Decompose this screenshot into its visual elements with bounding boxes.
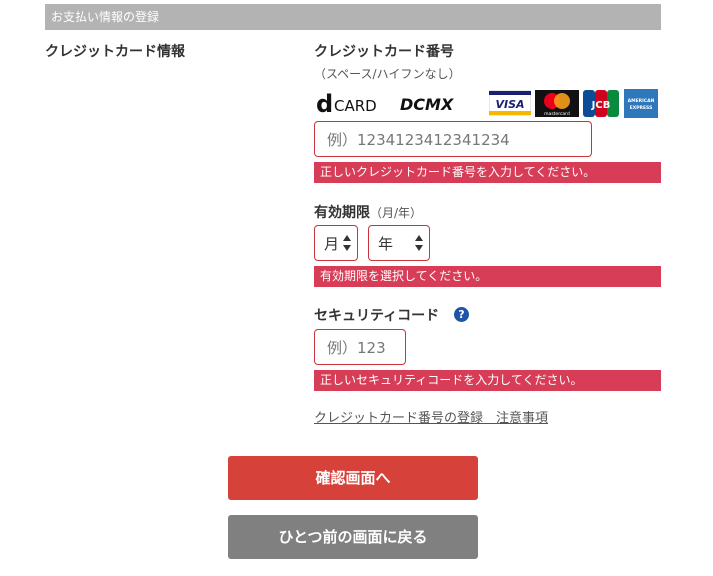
- card-brand-logos: d CARD DCMX VISA mastercard JCB AMERICAN…: [314, 88, 664, 120]
- expiry-month-select[interactable]: 月: [314, 225, 358, 261]
- svg-text:VISA: VISA: [495, 98, 524, 111]
- dcard-logo: d CARD: [314, 88, 394, 118]
- credit-card-info-label: クレジットカード情報: [45, 44, 185, 60]
- select-arrows-icon: [343, 235, 351, 251]
- security-code-error: 正しいセキュリティコードを入力してください。: [314, 370, 661, 391]
- card-number-hint: （スペース/ハイフンなし）: [314, 67, 461, 81]
- svg-text:JCB: JCB: [591, 100, 611, 111]
- expiry-hint: （月/年）: [370, 206, 423, 220]
- svg-text:AMERICAN: AMERICAN: [628, 98, 655, 104]
- svg-text:DCMX: DCMX: [400, 95, 454, 114]
- security-code-input[interactable]: 例）123: [314, 329, 406, 365]
- back-button[interactable]: ひとつ前の画面に戻る: [228, 515, 478, 559]
- expiry-year-value: 年: [378, 234, 394, 253]
- svg-text:d: d: [316, 90, 333, 118]
- security-code-title: セキュリティコード: [314, 308, 440, 324]
- select-arrows-icon: [415, 235, 423, 251]
- svg-text:EXPRESS: EXPRESS: [630, 105, 653, 111]
- mastercard-logo: mastercard: [535, 88, 579, 118]
- jcb-logo: JCB: [583, 88, 619, 118]
- section-header: お支払い情報の登録: [45, 4, 661, 30]
- svg-text:mastercard: mastercard: [544, 111, 570, 117]
- card-number-title: クレジットカード番号: [314, 44, 454, 60]
- expiry-year-select[interactable]: 年: [368, 225, 430, 261]
- svg-text:CARD: CARD: [334, 97, 377, 115]
- expiry-month-value: 月: [324, 234, 340, 253]
- expiry-title: 有効期限: [314, 205, 370, 221]
- dcmx-logo: DCMX: [400, 88, 482, 118]
- expiry-error: 有効期限を選択してください。: [314, 266, 661, 287]
- confirm-button[interactable]: 確認画面へ: [228, 456, 478, 500]
- card-number-error: 正しいクレジットカード番号を入力してください。: [314, 162, 661, 183]
- card-registration-notes-link[interactable]: クレジットカード番号の登録 注意事項: [314, 407, 548, 426]
- card-number-input[interactable]: 例）1234123412341234: [314, 121, 592, 157]
- amex-logo: AMERICAN EXPRESS: [624, 88, 658, 118]
- help-icon[interactable]: ?: [454, 307, 469, 322]
- visa-logo: VISA: [488, 88, 532, 118]
